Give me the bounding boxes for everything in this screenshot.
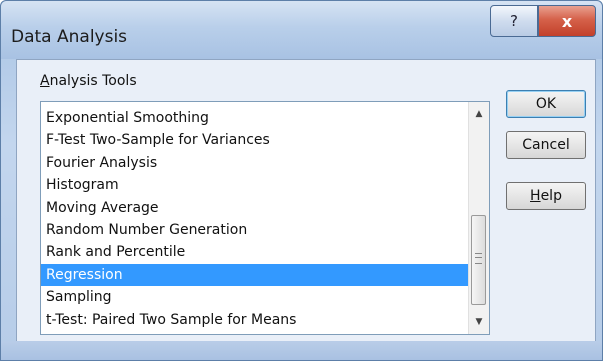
dialog-client-area: Analysis Tools Exponential Smoothing F-T… <box>16 59 596 343</box>
list-item[interactable]: Random Number Generation <box>41 219 468 241</box>
scrollbar-thumb[interactable] <box>471 215 486 305</box>
list-item[interactable]: t-Test: Paired Two Sample for Means <box>41 309 468 331</box>
analysis-tools-label-text: nalysis Tools <box>49 73 137 89</box>
help-button-accelerator: H <box>530 188 541 204</box>
list-item[interactable]: Fourier Analysis <box>41 152 468 174</box>
list-item[interactable]: Moving Average <box>41 197 468 219</box>
question-mark-icon: ? <box>510 12 518 30</box>
list-item-selected[interactable]: Regression <box>41 263 468 287</box>
close-icon: x <box>561 11 573 31</box>
ok-button[interactable]: OK <box>506 90 586 118</box>
cancel-button[interactable]: Cancel <box>506 131 586 159</box>
scroll-down-arrow-icon[interactable]: ▼ <box>469 312 489 332</box>
list-item[interactable]: Exponential Smoothing <box>41 107 468 129</box>
title-bar[interactable]: Data Analysis ? x <box>1 1 602 59</box>
list-item[interactable]: Histogram <box>41 174 468 196</box>
data-analysis-dialog: Data Analysis ? x Analysis Tools Exponen… <box>0 0 603 361</box>
scroll-thumb-grip-icon <box>475 253 482 264</box>
analysis-tools-label-accelerator: A <box>40 73 50 89</box>
help-button-label: elp <box>540 188 562 204</box>
list-item[interactable]: F-Test Two-Sample for Variances <box>41 129 468 151</box>
help-button[interactable]: Help <box>506 182 586 210</box>
vertical-scrollbar[interactable]: ▲ ▼ <box>468 102 489 334</box>
scroll-up-arrow-icon[interactable]: ▲ <box>469 104 489 124</box>
list-item[interactable]: Rank and Percentile <box>41 241 468 263</box>
analysis-tools-label: Analysis Tools <box>40 73 137 89</box>
dialog-bottom-frame <box>1 341 602 360</box>
close-button[interactable]: x <box>538 5 596 37</box>
analysis-tools-listbox[interactable]: Exponential Smoothing F-Test Two-Sample … <box>40 101 490 335</box>
help-caption-button[interactable]: ? <box>490 5 538 37</box>
window-title: Data Analysis <box>11 27 128 47</box>
list-item[interactable]: Sampling <box>41 286 468 308</box>
analysis-tools-list: Exponential Smoothing F-Test Two-Sample … <box>41 107 468 331</box>
